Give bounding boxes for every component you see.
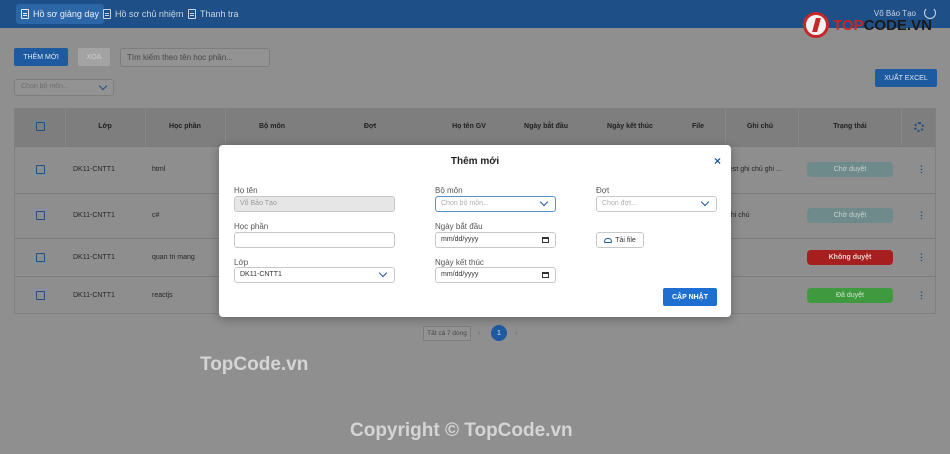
ngay-bat-dau-value: mm/dd/yyyy: [441, 236, 479, 243]
tab-ho-so-chu-nhiem[interactable]: Hồ sơ chủ nhiệm: [98, 4, 188, 24]
document-icon: [188, 9, 196, 19]
modal-title: Thêm mới: [450, 156, 500, 167]
watermark-text: TopCode.vn: [200, 354, 309, 375]
cell-lop: DK11-CNTT1: [73, 166, 115, 173]
filter-placeholder: Chọn bộ môn...: [21, 83, 69, 90]
document-icon: [103, 9, 111, 19]
row-menu-icon[interactable]: ⋮: [917, 210, 926, 221]
department-filter-select[interactable]: Chọn bộ môn...: [14, 79, 114, 96]
dot-select[interactable]: Chọn đợt...: [596, 196, 717, 212]
cell-hoc-phan: html: [152, 166, 166, 173]
table-header: Lớp Học phần Bộ môn Đợt Họ tên GV Ngày b…: [15, 109, 935, 146]
prev-page-icon[interactable]: ‹: [478, 328, 481, 337]
topcode-logo-text: TOPCODE.VN: [833, 16, 932, 34]
document-icon: [21, 9, 29, 19]
page-number-button[interactable]: 1: [491, 325, 507, 341]
column-header[interactable]: File: [692, 123, 704, 130]
dot-label: Đợt: [596, 186, 610, 195]
column-header[interactable]: Họ tên GV: [452, 123, 486, 130]
chevron-down-icon: [98, 81, 108, 91]
column-header[interactable]: Học phần: [169, 123, 201, 130]
column-header[interactable]: Ghi chú: [747, 123, 773, 130]
tab-label: Thanh tra: [200, 9, 239, 19]
status-badge: Chờ duyệt: [807, 208, 893, 223]
row-checkbox[interactable]: [36, 253, 45, 262]
tab-label: Hồ sơ chủ nhiệm: [115, 9, 184, 19]
status-badge: Không duyệt: [807, 250, 893, 265]
cell-hoc-phan: reactjs: [152, 292, 173, 299]
row-checkbox[interactable]: [36, 165, 45, 174]
row-menu-icon[interactable]: ⋮: [917, 290, 926, 301]
lop-value: DK11-CNTT1: [240, 271, 282, 278]
hoc-phan-field[interactable]: [234, 232, 395, 248]
delete-button[interactable]: XÓA: [78, 48, 110, 66]
hoc-phan-label: Học phần: [234, 222, 269, 231]
column-header[interactable]: Đợt: [364, 123, 376, 130]
status-badge: Đã duyệt: [807, 288, 893, 303]
cell-lop: DK11-CNTT1: [73, 212, 115, 219]
topcode-logo: TOPCODE.VN: [803, 11, 932, 39]
tab-ho-so-giang-day[interactable]: Hồ sơ giảng dạy: [16, 4, 104, 24]
upload-file-button[interactable]: Tải file: [596, 232, 644, 248]
cell-hoc-phan: quan tri mang: [152, 254, 195, 261]
add-new-button[interactable]: THÊM MỚI: [14, 48, 68, 66]
tab-label: Hồ sơ giảng dạy: [33, 9, 99, 19]
row-checkbox[interactable]: [36, 291, 45, 300]
ngay-ket-thuc-input[interactable]: mm/dd/yyyy: [435, 267, 556, 283]
ngay-bat-dau-input[interactable]: mm/dd/yyyy: [435, 232, 556, 248]
dot-placeholder: Chọn đợt...: [602, 200, 637, 207]
lop-label: Lớp: [234, 258, 249, 267]
add-new-modal: Thêm mới × Họ tên Võ Bảo Tạo Học phần Lớ…: [219, 145, 731, 317]
cloud-upload-icon: [604, 237, 613, 243]
chevron-down-icon: [700, 197, 710, 207]
pagination-total[interactable]: Tất cả 7 dòng: [423, 326, 471, 341]
calendar-icon[interactable]: [542, 272, 549, 278]
export-excel-button[interactable]: XUẤT EXCEL: [875, 69, 937, 87]
bo-mon-select[interactable]: Chọn bộ môn...: [435, 196, 556, 212]
topcode-logo-mark: [803, 12, 829, 38]
column-header[interactable]: Ngày kết thúc: [607, 123, 653, 130]
search-input[interactable]: Tìm kiếm theo tên học phần...: [120, 48, 270, 67]
upload-label: Tải file: [615, 236, 636, 244]
cell-ghi-chu: test ghi chú ghi ...: [727, 166, 782, 173]
lop-select[interactable]: DK11-CNTT1: [234, 267, 395, 283]
ho-ten-field: Võ Bảo Tạo: [234, 196, 395, 212]
next-page-icon[interactable]: ›: [515, 328, 518, 337]
column-header[interactable]: Lớp: [98, 123, 112, 130]
select-all-checkbox[interactable]: [36, 122, 45, 131]
copyright-watermark: Copyright © TopCode.vn: [350, 420, 573, 441]
bo-mon-placeholder: Chọn bộ môn...: [441, 200, 489, 207]
tab-thanh-tra[interactable]: Thanh tra: [183, 4, 244, 24]
column-header[interactable]: Trạng thái: [833, 123, 866, 130]
chevron-down-icon: [378, 268, 388, 278]
cell-hoc-phan: c#: [152, 212, 160, 219]
cell-lop: DK11-CNTT1: [73, 292, 115, 299]
row-checkbox[interactable]: [36, 211, 45, 220]
status-badge: Chờ duyệt: [807, 162, 893, 177]
gear-icon[interactable]: [914, 122, 924, 132]
ngay-ket-thuc-value: mm/dd/yyyy: [441, 271, 479, 278]
ho-ten-label: Họ tên: [234, 186, 258, 195]
column-header[interactable]: Bộ môn: [259, 123, 285, 130]
close-icon[interactable]: ×: [714, 154, 721, 168]
row-menu-icon[interactable]: ⋮: [917, 252, 926, 263]
column-header[interactable]: Ngày bắt đầu: [524, 123, 568, 130]
ngay-ket-thuc-label: Ngày kết thúc: [435, 258, 484, 267]
bo-mon-label: Bộ môn: [435, 186, 463, 195]
row-menu-icon[interactable]: ⋮: [917, 164, 926, 175]
chevron-down-icon: [539, 197, 549, 207]
ngay-bat-dau-label: Ngày bắt đầu: [435, 222, 483, 231]
cell-lop: DK11-CNTT1: [73, 254, 115, 261]
calendar-icon[interactable]: [542, 237, 549, 243]
update-button[interactable]: CẬP NHẬT: [663, 288, 717, 306]
